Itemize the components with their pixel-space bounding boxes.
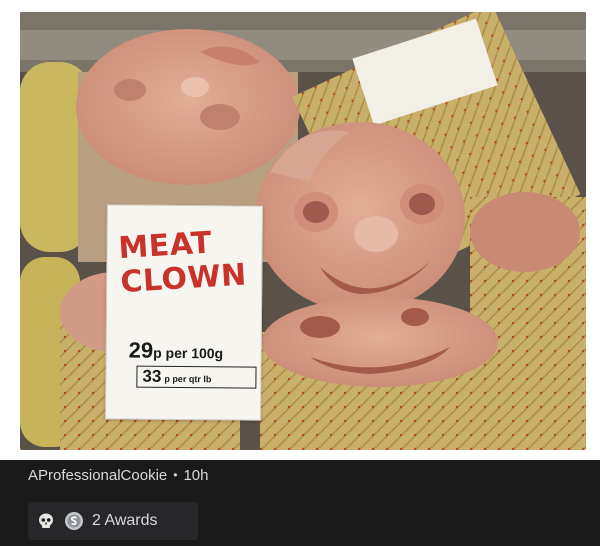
meta-separator: • — [173, 468, 178, 482]
price-alt-value: 33 — [142, 366, 162, 386]
username-link[interactable]: AProfessionalCookie — [28, 467, 167, 484]
awards-button[interactable]: 2 Awards — [28, 502, 198, 540]
post-image-frame[interactable]: MEAT CLOWN 29p per 100g 33 p per qtr lb — [0, 0, 600, 460]
silver-award-icon — [64, 511, 84, 531]
price-alt-unit: p per qtr lb — [164, 373, 212, 385]
price-main-value: 29 — [128, 337, 154, 363]
price-sign: MEAT CLOWN 29p per 100g 33 p per qtr lb — [105, 204, 263, 421]
sign-title: MEAT CLOWN — [117, 225, 248, 301]
post-info-bar: AProfessionalCookie • 10h 2 Awards — [0, 460, 600, 546]
post-age: 10h — [183, 466, 209, 484]
awards-label: 2 Awards — [92, 512, 158, 529]
skull-award-icon — [36, 511, 56, 531]
price-main-unit: p per 100g — [153, 344, 224, 362]
post-meta: AProfessionalCookie • 10h — [28, 464, 208, 486]
price-per-100g: 29p per 100g — [129, 338, 224, 365]
price-per-qtr-lb: 33 p per qtr lb — [136, 365, 257, 389]
